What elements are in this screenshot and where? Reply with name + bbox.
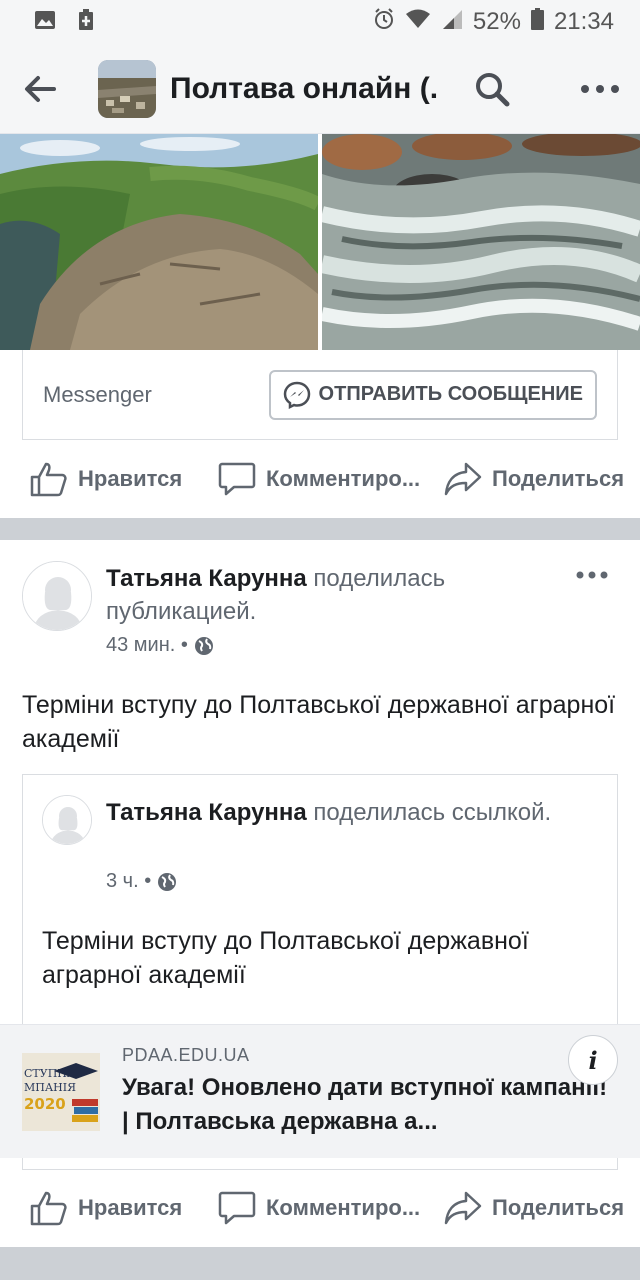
share-button[interactable]: Поделиться — [444, 1169, 624, 1247]
cover-photos — [0, 134, 640, 350]
comment-label: Комментиро... — [266, 466, 421, 491]
feed-separator — [0, 518, 640, 540]
shared-timestamp[interactable]: 3 ч. • — [106, 870, 151, 893]
send-message-button[interactable]: ОТПРАВИТЬ СООБЩЕНИЕ — [268, 369, 597, 420]
share-button[interactable]: Поделиться — [444, 440, 624, 518]
link-preview[interactable]: СТУПНА МПАНІЯ 2020 PDAA.EDU.UA Увага! Он… — [0, 1024, 640, 1158]
shared-post-meta: 3 ч. • — [106, 870, 177, 893]
share-label: Поделиться — [492, 1195, 625, 1220]
comment-icon — [218, 462, 256, 496]
messenger-card: Messenger ОТПРАВИТЬ СООБЩЕНИЕ — [22, 350, 618, 440]
shared-author-avatar[interactable] — [42, 795, 92, 845]
river-rapids-photo[interactable] — [322, 134, 640, 350]
post-author-name[interactable]: Татьяна Карунна — [106, 565, 307, 592]
share-label: Поделиться — [492, 466, 625, 491]
like-label: Нравится — [78, 466, 183, 491]
alarm-icon — [373, 7, 395, 37]
post-header: Татьяна Карунна поделилась публикацией. — [106, 562, 566, 628]
like-button[interactable]: Нравится — [30, 1169, 182, 1247]
page-avatar[interactable] — [98, 59, 156, 118]
clock: 21:34 — [553, 8, 614, 35]
link-domain: PDAA.EDU.UA — [122, 1045, 250, 1065]
post-meta: 43 мин. • — [106, 634, 214, 657]
more-options-button[interactable] — [560, 44, 640, 134]
share-icon — [444, 1191, 482, 1225]
comment-button[interactable]: Комментиро... — [218, 440, 420, 518]
wifi-icon — [405, 8, 431, 36]
author-avatar[interactable] — [22, 561, 92, 631]
shared-post-text: Терміни вступу до Полтавської державної … — [42, 927, 529, 989]
globe-icon — [194, 636, 213, 655]
post-text: Терміни вступу до Полтавської державної … — [22, 691, 616, 753]
landscape-photo[interactable] — [0, 134, 318, 350]
search-button[interactable] — [460, 44, 524, 134]
thumbs-up-icon — [30, 1191, 67, 1226]
more-horizontal-icon — [576, 571, 608, 579]
thumb-line2: МПАНІЯ — [24, 1081, 76, 1094]
shared-post-header: Татьяна Карунна поделилась ссылкой. — [106, 796, 566, 829]
signal-icon — [441, 8, 463, 37]
gallery-notification-icon — [34, 10, 56, 35]
comment-icon — [218, 1191, 256, 1225]
messenger-icon — [283, 381, 310, 409]
comment-label: Комментиро... — [266, 1195, 421, 1220]
app-update-notification-icon — [78, 8, 94, 36]
link-thumbnail: СТУПНА МПАНІЯ 2020 — [22, 1053, 100, 1131]
globe-icon — [158, 872, 177, 891]
battery-percent: 52% — [472, 8, 521, 35]
page-title: Полтава онлайн (... — [170, 71, 440, 105]
app-bar: Полтава онлайн (... — [0, 44, 640, 134]
thumbs-up-icon — [30, 462, 67, 497]
post-timestamp[interactable]: 43 мин. • — [106, 634, 188, 657]
post-actions-top: Нравится Комментиро... Поделиться — [0, 440, 640, 518]
arrow-left-icon — [25, 75, 56, 102]
info-button[interactable]: i — [568, 1035, 618, 1085]
more-horizontal-icon — [581, 84, 619, 93]
like-label: Нравится — [78, 1195, 183, 1220]
send-message-label: ОТПРАВИТЬ СООБЩЕНИЕ — [318, 383, 583, 405]
feed-separator-bottom — [0, 1247, 640, 1280]
messenger-label: Messenger — [43, 381, 152, 407]
post-options-button[interactable] — [572, 560, 612, 590]
post-actions-bottom: Нравится Комментиро... Поделиться — [0, 1169, 640, 1247]
thumb-year: 2020 — [24, 1095, 66, 1113]
search-icon — [476, 72, 510, 106]
share-icon — [444, 462, 482, 496]
status-bar: 52% 21:34 — [0, 0, 640, 44]
back-button[interactable] — [0, 44, 80, 134]
like-button[interactable]: Нравится — [30, 440, 182, 518]
link-title[interactable]: Увага! Оновлено дати вступної кампанії! … — [122, 1071, 618, 1139]
battery-icon — [530, 7, 544, 37]
shared-action-text: поделилась ссылкой. — [306, 799, 552, 826]
comment-button[interactable]: Комментиро... — [218, 1169, 420, 1247]
shared-author-name[interactable]: Татьяна Карунна — [106, 799, 307, 826]
